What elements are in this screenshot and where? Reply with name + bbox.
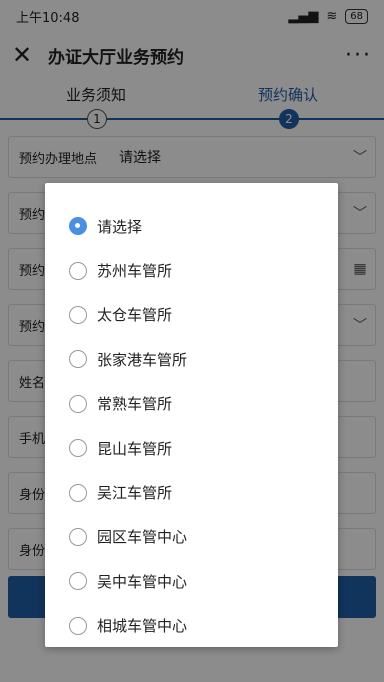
option-item[interactable]: 太仓车管所 bbox=[45, 293, 338, 337]
radio-icon bbox=[69, 394, 87, 413]
option-item[interactable]: 苏州车管所 bbox=[45, 248, 338, 292]
radio-icon bbox=[69, 616, 87, 635]
option-label: 吴江车管所 bbox=[97, 484, 173, 503]
option-label: 请选择 bbox=[97, 217, 143, 236]
option-item[interactable]: 张家港车管所 bbox=[45, 337, 338, 381]
radio-icon bbox=[69, 527, 87, 546]
option-label: 昆山车管所 bbox=[97, 439, 173, 458]
radio-icon bbox=[69, 439, 87, 458]
option-item[interactable]: 吴中车管中心 bbox=[45, 559, 338, 603]
radio-icon bbox=[69, 305, 87, 324]
radio-icon bbox=[69, 483, 87, 502]
option-label: 相城车管中心 bbox=[97, 617, 188, 636]
radio-icon bbox=[69, 261, 87, 280]
option-label: 太仓车管所 bbox=[97, 306, 173, 325]
location-picker-dialog: 请选择 苏州车管所 太仓车管所 张家港车管所 常熟车管所 昆山车管所 吴江车管所… bbox=[45, 183, 338, 647]
option-label: 吴中车管中心 bbox=[97, 572, 188, 591]
option-label: 园区车管中心 bbox=[97, 528, 188, 547]
option-label: 常熟车管所 bbox=[97, 395, 173, 414]
option-item[interactable]: 常熟车管所 bbox=[45, 382, 338, 426]
option-label: 苏州车管所 bbox=[97, 262, 173, 281]
option-item[interactable]: 相城车管中心 bbox=[45, 604, 338, 648]
option-item[interactable]: 吴江车管所 bbox=[45, 470, 338, 514]
option-label: 张家港车管所 bbox=[97, 350, 188, 369]
radio-icon bbox=[69, 572, 87, 591]
radio-icon bbox=[69, 350, 87, 369]
option-item[interactable]: 请选择 bbox=[45, 204, 338, 248]
option-item[interactable]: 昆山车管所 bbox=[45, 426, 338, 470]
option-item[interactable]: 园区车管中心 bbox=[45, 515, 338, 559]
radio-checked-icon bbox=[69, 217, 87, 236]
